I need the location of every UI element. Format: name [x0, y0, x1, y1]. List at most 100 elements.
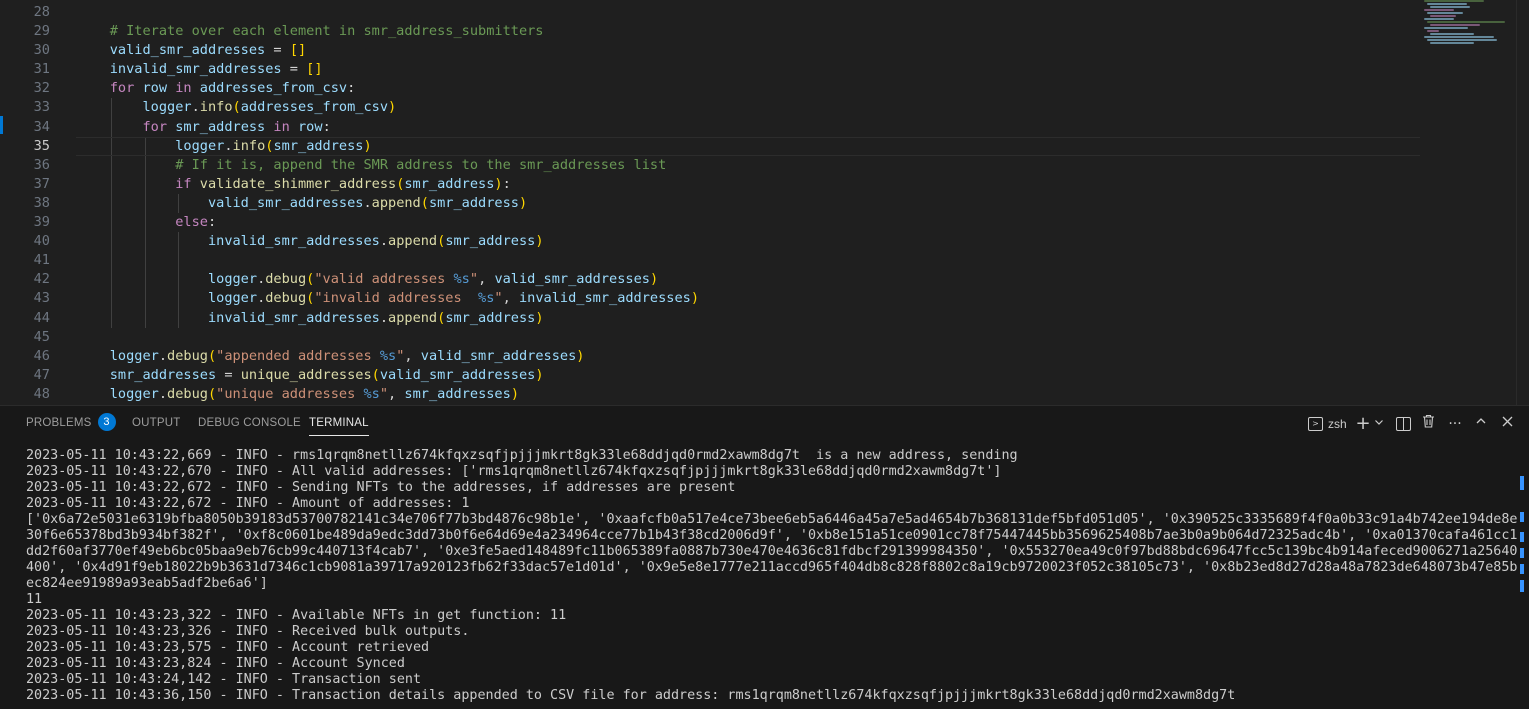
code-line[interactable]: 47 smr_addresses = unique_addresses(vali…: [0, 366, 1420, 385]
plus-icon[interactable]: +: [1355, 414, 1371, 434]
code-token: smr_addresses: [77, 366, 217, 383]
code-text: logger.debug("unique addresses %s", smr_…: [77, 385, 519, 404]
code-token: .: [379, 233, 389, 250]
code-token: =: [265, 42, 290, 59]
code-token: =: [216, 366, 241, 383]
split-editor-icon[interactable]: [1395, 414, 1411, 434]
line-number: 39: [33, 214, 50, 231]
code-token: smr_address: [273, 137, 364, 154]
terminal-line: 2023-05-11 10:43:22,672 - INFO - Sending…: [26, 480, 736, 495]
terminal-icon: >: [1308, 416, 1323, 431]
code-token: ): [576, 347, 585, 364]
editor-scrollbar[interactable]: [1516, 0, 1529, 405]
ellipsis-icon[interactable]: ···: [1446, 414, 1464, 434]
code-token: debug: [167, 347, 208, 364]
close-icon[interactable]: [1499, 414, 1515, 434]
terminal-profile-button[interactable]: > zsh: [1308, 414, 1350, 434]
code-token: invalid_smr_addresses: [77, 309, 380, 326]
code-lines[interactable]: 28 29 # Iterate over each element in smr_…: [0, 3, 1420, 404]
code-editor[interactable]: 28 29 # Iterate over each element in smr_…: [0, 0, 1529, 405]
terminal-line: 2023-05-11 10:43:22,669 - INFO - rms1qrq…: [26, 448, 1018, 463]
terminal-line: 2023-05-11 10:43:36,150 - INFO - Transac…: [26, 688, 1236, 703]
code-token: row: [134, 80, 168, 97]
code-token: :: [347, 80, 356, 97]
code-token: smr_address: [167, 118, 266, 135]
line-number: 43: [33, 290, 50, 307]
code-token: ): [690, 290, 700, 307]
line-number: 46: [33, 347, 50, 364]
code-token: ,: [388, 385, 405, 402]
code-line[interactable]: 31 invalid_smr_addresses = []: [0, 60, 1420, 79]
code-line[interactable]: 41: [0, 251, 1420, 271]
line-number: 28: [33, 4, 50, 20]
code-line[interactable]: 28: [0, 3, 1420, 22]
code-line[interactable]: 48 logger.debug("unique addresses %s", s…: [0, 385, 1420, 404]
tab-terminal-label: TERMINAL: [309, 417, 369, 429]
trash-icon[interactable]: [1420, 414, 1436, 434]
code-token: else: [77, 214, 208, 231]
tab-debug-console[interactable]: DEBUG CONSOLE: [198, 406, 301, 440]
code-line[interactable]: 33 logger.info(addresses_from_csv): [0, 98, 1420, 118]
code-line[interactable]: 39 else:: [0, 213, 1420, 233]
terminal-output[interactable]: 2023-05-11 10:43:22,669 - INFO - rms1qrq…: [26, 448, 1518, 704]
code-line[interactable]: 34 for smr_address in row:: [0, 117, 1420, 137]
code-token: ,: [502, 290, 519, 307]
terminal-line: 400', '0x4d91f9eb18022b9b3631d7346c1cb90…: [26, 560, 1518, 575]
code-token: "valid addresses: [314, 271, 454, 288]
code-line[interactable]: 38 valid_smr_addresses.append(smr_addres…: [0, 193, 1420, 214]
terminal-line: 11: [26, 592, 43, 607]
terminal-line: 2023-05-11 10:43:23,824 - INFO - Account…: [26, 656, 405, 671]
chevron-up-icon[interactable]: [1473, 414, 1489, 434]
code-text: else:: [77, 213, 216, 232]
terminal-scrollbar[interactable]: [1516, 440, 1529, 709]
code-token: invalid_smr_addresses: [77, 233, 380, 250]
code-token: addresses_from_csv: [191, 80, 348, 97]
code-line[interactable]: 42 logger.debug("valid addresses %s", va…: [0, 270, 1420, 290]
code-line[interactable]: 45: [0, 328, 1420, 347]
code-line[interactable]: 37 if validate_shimmer_address(smr_addre…: [0, 174, 1420, 194]
line-number: 35: [33, 137, 50, 154]
code-line[interactable]: 46 logger.debug("appended addresses %s",…: [0, 347, 1420, 366]
line-number: 33: [33, 99, 50, 116]
code-token: ): [535, 366, 544, 383]
code-token: .: [191, 99, 200, 116]
code-token: for: [77, 80, 135, 97]
code-token: logger: [77, 347, 159, 364]
code-text: # If it is, append the SMR address to th…: [77, 156, 666, 175]
tab-output[interactable]: OUTPUT: [132, 406, 180, 440]
code-token: debug: [265, 271, 307, 288]
tab-problems-label: PROBLEMS: [26, 417, 92, 429]
code-line[interactable]: 43 logger.debug("invalid addresses %s", …: [0, 289, 1420, 309]
line-number: 30: [33, 42, 50, 59]
code-line[interactable]: 44 invalid_smr_addresses.append(smr_addr…: [0, 308, 1420, 328]
line-number: 47: [33, 366, 50, 383]
minimap[interactable]: [1424, 0, 1516, 60]
panel-tabs: PROBLEMS 3 OUTPUT DEBUG CONSOLE TERMINAL …: [0, 406, 1529, 440]
line-number: 40: [33, 233, 50, 250]
line-number: 44: [33, 309, 50, 326]
terminal-line: 2023-05-11 10:43:23,322 - INFO - Availab…: [26, 608, 567, 623]
chevron-down-icon[interactable]: [1372, 414, 1386, 434]
code-line[interactable]: 30 valid_smr_addresses = []: [0, 41, 1420, 60]
tab-problems[interactable]: PROBLEMS 3: [26, 406, 116, 440]
terminal-line: 2023-05-11 10:43:23,575 - INFO - Account…: [26, 640, 430, 655]
tab-debug-console-label: DEBUG CONSOLE: [198, 417, 301, 429]
code-text: smr_addresses = unique_addresses(valid_s…: [77, 366, 544, 385]
tab-terminal[interactable]: TERMINAL: [309, 406, 369, 440]
code-token: "unique addresses: [216, 385, 364, 402]
code-token: logger: [77, 271, 258, 288]
code-line[interactable]: 40 invalid_smr_addresses.append(smr_addr…: [0, 232, 1420, 252]
code-line[interactable]: 35 logger.info(smr_address): [0, 136, 1420, 156]
minimap-line: [1427, 3, 1467, 5]
code-token: info: [199, 99, 233, 116]
minimap-line: [1427, 12, 1463, 14]
code-token: valid_smr_addresses: [77, 42, 266, 59]
code-line[interactable]: 29 # Iterate over each element in smr_ad…: [0, 22, 1420, 41]
code-line[interactable]: 36 # If it is, append the SMR address to…: [0, 155, 1420, 175]
code-text: invalid_smr_addresses = []: [77, 60, 323, 79]
code-token: "invalid addresses: [314, 290, 479, 307]
code-line[interactable]: 32 for row in addresses_from_csv:: [0, 79, 1420, 98]
code-token: validate_shimmer_address: [191, 175, 397, 192]
code-token: =: [281, 61, 307, 78]
bottom-panel: PROBLEMS 3 OUTPUT DEBUG CONSOLE TERMINAL …: [0, 405, 1529, 709]
